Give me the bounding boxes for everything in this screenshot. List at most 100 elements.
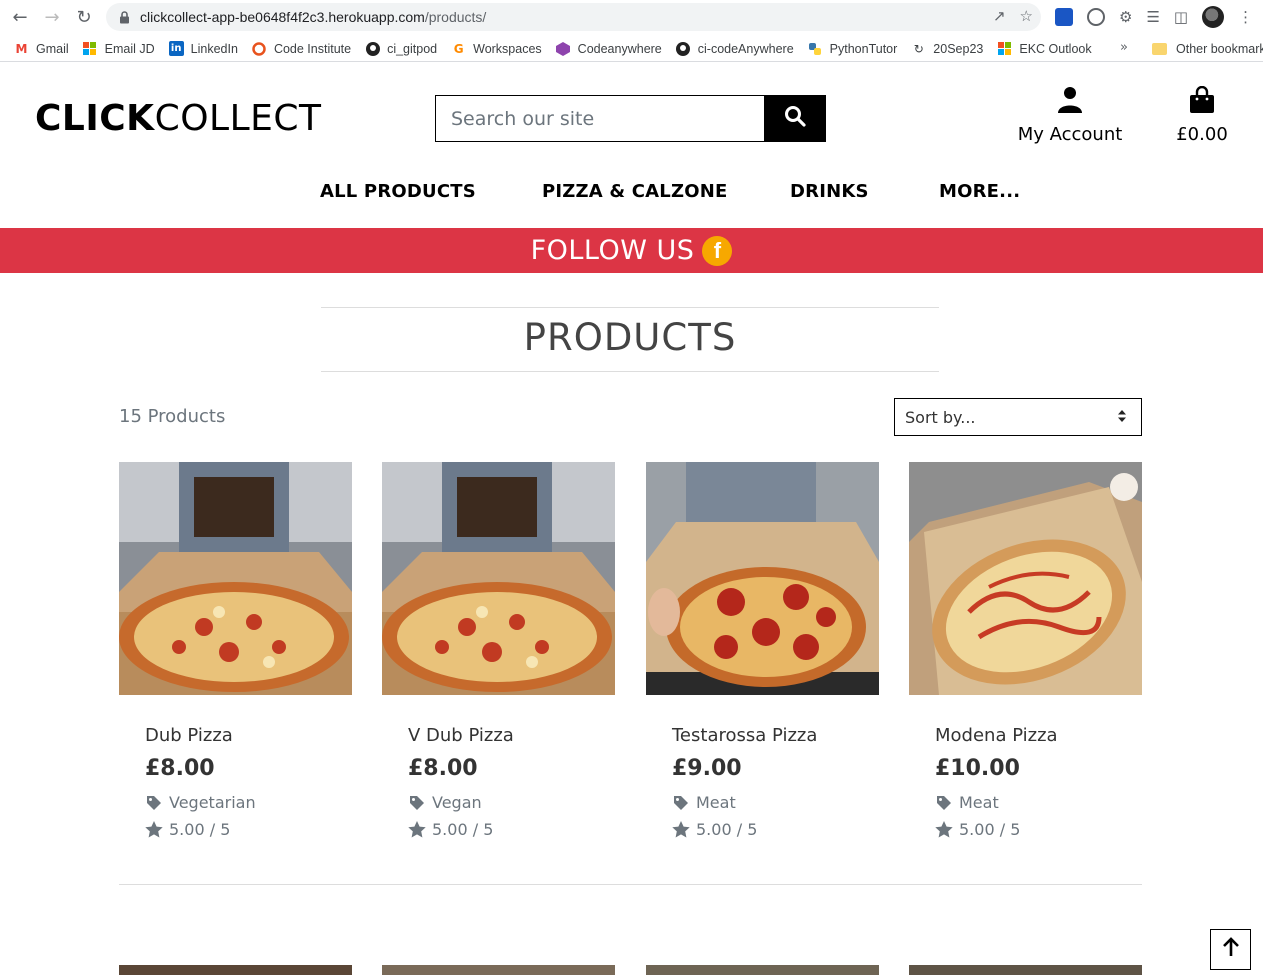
bookmark-item[interactable]: EKC Outlook [997,41,1092,56]
product-category[interactable]: Vegan [408,793,615,812]
url-domain: clickcollect-app-be0648f4f2c3.herokuapp.… [140,9,425,25]
product-image[interactable] [909,965,1142,975]
cart-link[interactable]: £0.00 [1172,85,1232,145]
divider [119,884,1142,885]
product-name[interactable]: V Dub Pizza [408,725,615,746]
star-icon [935,821,953,839]
bookmark-item[interactable]: ci_gitpod [365,41,437,56]
bookmark-label: Gmail [36,41,69,56]
category-label: Meat [696,793,736,812]
sync-icon: ↻ [913,41,924,56]
menu-dots-icon[interactable]: ⋮ [1238,8,1253,26]
facebook-icon[interactable]: f [702,235,733,266]
bookmark-star-icon[interactable]: ☆ [1020,7,1033,25]
product-image[interactable] [119,965,352,975]
share-icon[interactable]: ↗ [993,7,1006,25]
sort-select[interactable]: Sort by... [894,398,1142,436]
bookmark-item[interactable]: ci-codeAnywhere [676,41,794,56]
url-text: clickcollect-app-be0648f4f2c3.herokuapp.… [140,9,486,25]
product-card[interactable]: Testarossa Pizza £9.00 Meat 5.00 / 5 [646,462,879,839]
my-account-link[interactable]: My Account [1010,86,1130,145]
reading-list-icon[interactable]: ☰ [1146,8,1159,26]
product-rating: 5.00 / 5 [672,820,879,839]
extensions-puzzle-icon[interactable]: ⚙ [1119,8,1132,26]
bookmark-item[interactable]: Email JD [83,41,155,56]
bookmark-label: Email JD [104,41,155,56]
product-card[interactable]: Dub Pizza £8.00 Vegetarian 5.00 / 5 [119,462,352,839]
tag-icon [408,794,426,812]
shopping-bag-icon [1189,85,1215,117]
product-image[interactable] [909,462,1142,695]
search-icon [784,105,806,132]
star-icon [145,821,163,839]
product-price: £9.00 [672,756,742,781]
product-name[interactable]: Dub Pizza [145,725,352,746]
star-icon [672,821,690,839]
search-button[interactable] [764,96,825,141]
follow-us-banner: FOLLOW US f [0,228,1263,273]
other-bookmarks-label: Other bookmarks [1176,42,1263,56]
product-category[interactable]: Meat [935,793,1142,812]
bookmark-label: ci-codeAnywhere [697,41,794,56]
bookmark-label: Workspaces [473,41,542,56]
product-rating: 5.00 / 5 [935,820,1142,839]
divider [321,371,939,372]
profile-avatar[interactable] [1202,6,1225,28]
product-name[interactable]: Testarossa Pizza [672,725,879,746]
gitpod-icon: G [453,41,464,56]
bookmark-label: ci_gitpod [387,41,438,56]
other-bookmarks[interactable]: Other bookmarks [1152,36,1263,62]
extension-icon[interactable] [1055,8,1073,26]
sort-selected-value: Sort by... [905,407,976,427]
bookmark-label: Code Institute [273,41,352,56]
product-price: £10.00 [935,756,1020,781]
bookmark-item[interactable]: G Workspaces [451,41,542,56]
category-label: Meat [959,793,999,812]
gmail-icon: M [15,41,28,56]
product-card[interactable]: Modena Pizza £10.00 Meat 5.00 / 5 [909,462,1142,839]
more-bookmarks-button[interactable]: » [1120,40,1128,55]
windows-icon [83,41,98,56]
bookmark-item[interactable]: Codeanywhere [556,41,662,56]
nav-drinks[interactable]: DRINKS [790,181,869,202]
cart-total: £0.00 [1176,124,1228,145]
extension-icon[interactable] [1087,8,1105,26]
product-category[interactable]: Meat [672,793,879,812]
product-image[interactable] [382,965,615,975]
back-to-top-button[interactable] [1210,929,1251,970]
bookmark-item[interactable]: in LinkedIn [168,41,238,56]
category-label: Vegetarian [169,793,256,812]
nav-more[interactable]: MORE... [939,181,1020,202]
nav-pizza-calzone[interactable]: PIZZA & CALZONE [542,181,727,202]
search-form [435,95,826,142]
logo-bold: CLICK [35,98,155,139]
search-input[interactable] [436,96,764,141]
reload-icon[interactable]: ↻ [68,2,100,34]
rating-label: 5.00 / 5 [696,820,758,839]
account-label: My Account [1017,124,1123,145]
code-institute-icon [252,41,267,56]
bookmark-item[interactable]: Code Institute [252,41,351,56]
side-panel-icon[interactable]: ◫ [1174,8,1188,26]
bookmark-item[interactable]: ↻ 20Sep23 [911,41,984,56]
bookmark-item[interactable]: M Gmail [14,41,69,56]
forward-arrow-icon[interactable]: → [36,2,68,34]
bookmark-label: EKC Outlook [1019,41,1092,56]
main-nav: ALL PRODUCTS PIZZA & CALZONE DRINKS MORE… [0,178,1263,208]
product-image[interactable] [646,462,879,695]
address-bar[interactable]: clickcollect-app-be0648f4f2c3.herokuapp.… [106,3,1041,31]
nav-all-products[interactable]: ALL PRODUCTS [320,181,476,202]
product-name[interactable]: Modena Pizza [935,725,1142,746]
rating-label: 5.00 / 5 [169,820,231,839]
product-category[interactable]: Vegetarian [145,793,352,812]
url-path: /products/ [424,9,487,25]
site-logo[interactable]: CLICKCOLLECT [35,98,322,139]
back-arrow-icon[interactable]: ← [4,2,36,34]
product-card[interactable]: V Dub Pizza £8.00 Vegan 5.00 / 5 [382,462,615,839]
product-image[interactable] [646,965,879,975]
product-image[interactable] [382,462,615,695]
divider [321,307,939,308]
product-image[interactable] [119,462,352,695]
bookmark-item[interactable]: PythonTutor [808,41,897,56]
select-arrows-icon [1117,408,1127,427]
